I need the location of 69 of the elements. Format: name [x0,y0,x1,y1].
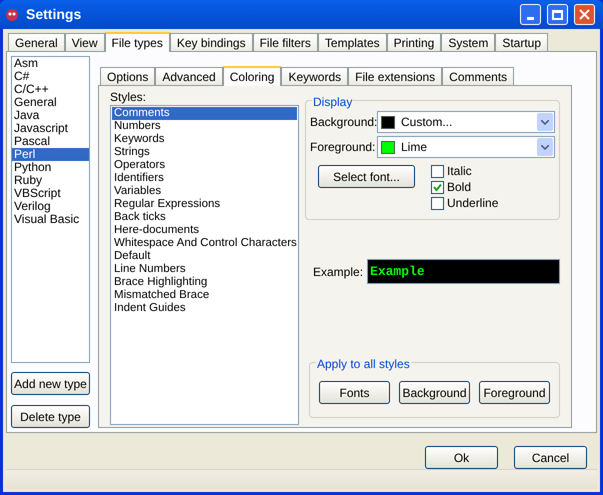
tab[interactable]: Templates [318,33,387,51]
dialog-button[interactable]: Cancel [514,446,587,469]
type-button[interactable]: Add new type [11,372,90,395]
list-item[interactable]: Variables [112,185,297,198]
list-item[interactable]: Identifiers [112,172,297,185]
color-dropdown[interactable]: Lime [377,136,555,158]
list-item[interactable]: Strings [112,146,297,159]
checkmark-icon [433,182,442,192]
list-item[interactable]: Back ticks [112,211,297,224]
apply-button[interactable]: Background [399,381,470,404]
checkbox[interactable]: Bold [431,179,498,195]
apply-button[interactable]: Fonts [319,381,390,404]
tab[interactable]: File types [104,32,170,52]
tab[interactable]: File filters [252,33,318,51]
type-button[interactable]: Delete type [11,405,90,428]
tab[interactable]: Coloring [222,66,282,86]
list-item[interactable]: Keywords [112,133,297,146]
list-item[interactable]: Javascript [12,122,89,135]
example-label: Example: [313,264,364,280]
list-item[interactable]: Pascal [12,135,89,148]
picker-label: Foreground: [310,139,374,156]
tab[interactable]: Keywords [281,67,348,85]
list-item[interactable]: Ruby [12,174,89,187]
list-item[interactable]: General [12,96,89,109]
tab[interactable]: Advanced [155,67,223,85]
list-item[interactable]: Perl [12,148,89,161]
app-icon [4,6,20,22]
list-item[interactable]: Verilog [12,200,89,213]
tab[interactable]: View [64,33,104,51]
list-item[interactable]: Indent Guides [112,302,297,315]
list-item[interactable]: Here-documents [112,224,297,237]
list-item[interactable]: Default [112,250,297,263]
close-icon [579,9,590,20]
checkbox[interactable]: Italic [431,163,498,179]
list-item[interactable]: VBScript [12,187,89,200]
tab[interactable]: Key bindings [170,33,253,51]
list-item[interactable]: Regular Expressions [112,198,297,211]
close-button[interactable] [574,4,595,25]
list-item[interactable]: Comments [112,107,297,120]
picker-label: Background: [310,114,374,131]
list-item[interactable]: Python [12,161,89,174]
tab[interactable]: Startup [495,33,548,51]
list-item[interactable]: C# [12,70,89,83]
minimize-button[interactable] [520,4,541,25]
list-item[interactable]: Operators [112,159,297,172]
list-item[interactable]: Line Numbers [112,263,297,276]
color-dropdown[interactable]: Custom... [377,111,555,133]
tab[interactable]: General [8,33,65,51]
example-preview: Example [367,259,560,284]
maximize-button[interactable] [547,4,568,25]
select-font-button[interactable]: Select font... [318,165,415,188]
tab[interactable]: File extensions [348,67,442,85]
list-item[interactable]: Numbers [112,120,297,133]
apply-button[interactable]: Foreground [479,381,550,404]
tab[interactable]: Options [100,67,156,85]
styles-label: Styles: [110,90,148,104]
list-item[interactable]: Java [12,109,89,122]
list-item[interactable]: Brace Highlighting [112,276,297,289]
checkbox[interactable]: Underline [431,195,498,211]
list-item[interactable]: Whitespace And Control Characters [112,237,297,250]
tab[interactable]: System [441,33,496,51]
tab[interactable]: Printing [386,33,442,51]
list-item[interactable]: Mismatched Brace [112,289,297,302]
list-item[interactable]: Visual Basic [12,213,89,226]
window-title: Settings [26,5,82,24]
tab[interactable]: Comments [442,67,514,85]
dialog-button[interactable]: Ok [425,446,498,469]
list-item[interactable]: C/C++ [12,83,89,96]
list-item[interactable]: Asm [12,57,89,70]
